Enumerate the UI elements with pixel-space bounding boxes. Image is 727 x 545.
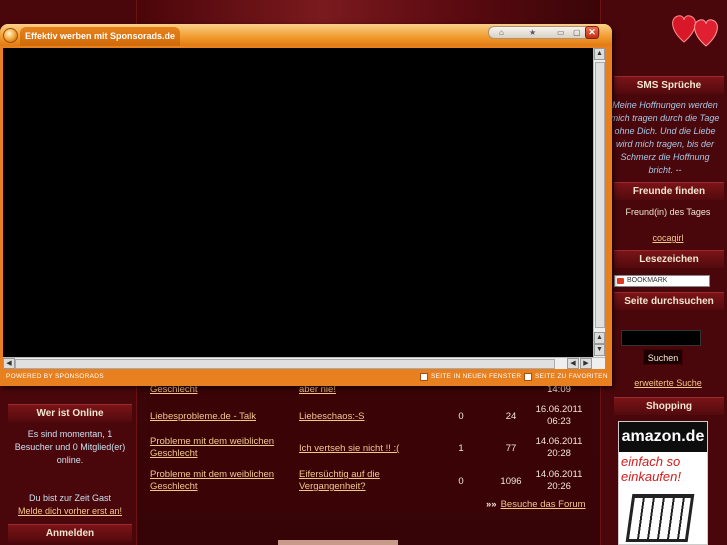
shopping-title: Shopping — [614, 397, 724, 415]
new-window-link[interactable]: SEITE IN NEUEN FENSTER — [431, 373, 521, 380]
amazon-slogan: einfach so einkaufen! — [621, 454, 681, 484]
board-link[interactable]: Probleme mit dem weiblichen Geschlecht — [150, 436, 290, 460]
table-row: Probleme mit dem weiblichen Geschlecht I… — [146, 436, 592, 466]
scroll-left-icon[interactable]: ◀ — [3, 358, 15, 369]
post-date: 14.06.2011 20:28 — [535, 436, 583, 459]
view-count: 1096 — [500, 476, 522, 487]
search-input[interactable] — [621, 330, 701, 346]
login-title: Anmelden — [8, 524, 132, 542]
login-link-wrap: Melde dich vorher erst an! — [8, 505, 132, 518]
vertical-scrollbar[interactable]: ▲ ▲ ▼ — [593, 48, 605, 357]
login-link[interactable]: Melde dich vorher erst an! — [18, 506, 122, 516]
scroll-left-icon[interactable]: ◀ — [567, 358, 579, 369]
bookmark-button[interactable]: BOOKMARK — [614, 275, 710, 287]
topic-link[interactable]: Ich vertseh sie nicht !! :( — [299, 443, 419, 455]
online-text: Es sind momentan, 1 Besucher und 0 Mitgl… — [14, 429, 126, 465]
scroll-thumb[interactable] — [595, 62, 605, 328]
friend-link-wrap: cocagirl — [610, 233, 726, 243]
friends-title: Freunde finden — [614, 182, 724, 200]
sms-quote: Meine Hoffnungen werden mich tragen durc… — [610, 100, 720, 175]
favorites-icon — [524, 373, 532, 381]
online-title: Wer ist Online — [8, 404, 132, 422]
view-count: 24 — [505, 411, 517, 422]
forum-table: Geschlecht aber nie! 14:09 Liebesproblem… — [146, 378, 592, 512]
header-banner — [135, 0, 600, 24]
arrows-icon: »» — [486, 499, 497, 510]
topic-link[interactable]: Liebeschaos:-S — [299, 411, 419, 423]
ad-popup-window: Effektiv werben mit Sponsorads.de ⌂ ★ ▭ … — [0, 24, 612, 386]
board-link[interactable]: Liebesprobleme.de - Talk — [150, 411, 290, 423]
table-row: Probleme mit dem weiblichen Geschlecht E… — [146, 469, 592, 499]
advanced-search-link[interactable]: erweiterte Suche — [634, 378, 702, 388]
popup-tab[interactable]: Effektiv werben mit Sponsorads.de — [20, 27, 180, 46]
friend-of-day-label: Freund(in) des Tages — [625, 207, 711, 217]
new-window-icon — [420, 373, 428, 381]
close-button[interactable]: ✕ — [585, 26, 599, 39]
popup-controls: ⌂ ★ ▭ ▢ — [488, 26, 600, 39]
forum-footer: »» Besuche das Forum — [486, 499, 592, 510]
scroll-thumb[interactable] — [15, 359, 555, 369]
minimize-icon[interactable]: ▭ — [557, 28, 565, 37]
horizontal-scrollbar[interactable]: ◀ ◀ ▶ — [3, 357, 605, 369]
post-date: 16.06.2011 06:23 — [535, 404, 583, 427]
amazon-logo: amazon.de — [619, 422, 707, 452]
reply-count: 0 — [458, 411, 464, 422]
popup-content[interactable] — [3, 48, 593, 357]
guest-text: Du bist zur Zeit Gast — [28, 493, 112, 503]
home-icon[interactable]: ⌂ — [499, 28, 504, 37]
search-title: Seite durchsuchen — [614, 292, 724, 310]
bookmarks-title: Lesezeichen — [614, 250, 724, 268]
cart-icon — [625, 494, 695, 542]
popup-footer: POWERED BY SPONSORADS SEITE IN NEUEN FEN… — [0, 369, 612, 386]
powered-by-label: POWERED BY SPONSORADS — [6, 373, 104, 380]
friend-link[interactable]: cocagirl — [652, 233, 683, 243]
sms-title: SMS Sprüche — [614, 76, 724, 94]
scroll-up-icon[interactable]: ▲ — [594, 48, 605, 60]
star-icon[interactable]: ★ — [529, 28, 536, 37]
scroll-down-icon[interactable]: ▼ — [594, 344, 605, 356]
topic-link[interactable]: Eifersüchtig auf die Vergangenheit? — [299, 469, 419, 493]
visit-forum-link[interactable]: Besuche das Forum — [501, 499, 586, 510]
orb-icon — [3, 28, 18, 43]
table-row: Liebesprobleme.de - Talk Liebeschaos:-S … — [146, 404, 592, 434]
board-link[interactable]: Probleme mit dem weiblichen Geschlecht — [150, 469, 290, 493]
reply-count: 1 — [458, 443, 464, 454]
maximize-icon[interactable]: ▢ — [573, 28, 581, 37]
scroll-right-icon[interactable]: ▶ — [580, 358, 592, 369]
reply-count: 0 — [458, 476, 464, 487]
scroll-up-icon[interactable]: ▲ — [594, 332, 605, 344]
favorites-link[interactable]: SEITE ZU FAVORITEN — [535, 373, 608, 380]
view-count: 77 — [505, 443, 517, 454]
advanced-search-wrap: erweiterte Suche — [610, 378, 726, 388]
post-date: 14.06.2011 20:26 — [535, 469, 583, 492]
hearts-icon — [672, 15, 718, 47]
bottom-image — [278, 540, 398, 545]
amazon-banner[interactable]: amazon.de einfach so einkaufen! — [618, 421, 708, 545]
popup-titlebar[interactable]: Effektiv werben mit Sponsorads.de ⌂ ★ ▭ … — [0, 24, 612, 46]
search-button[interactable]: Suchen — [643, 349, 683, 365]
